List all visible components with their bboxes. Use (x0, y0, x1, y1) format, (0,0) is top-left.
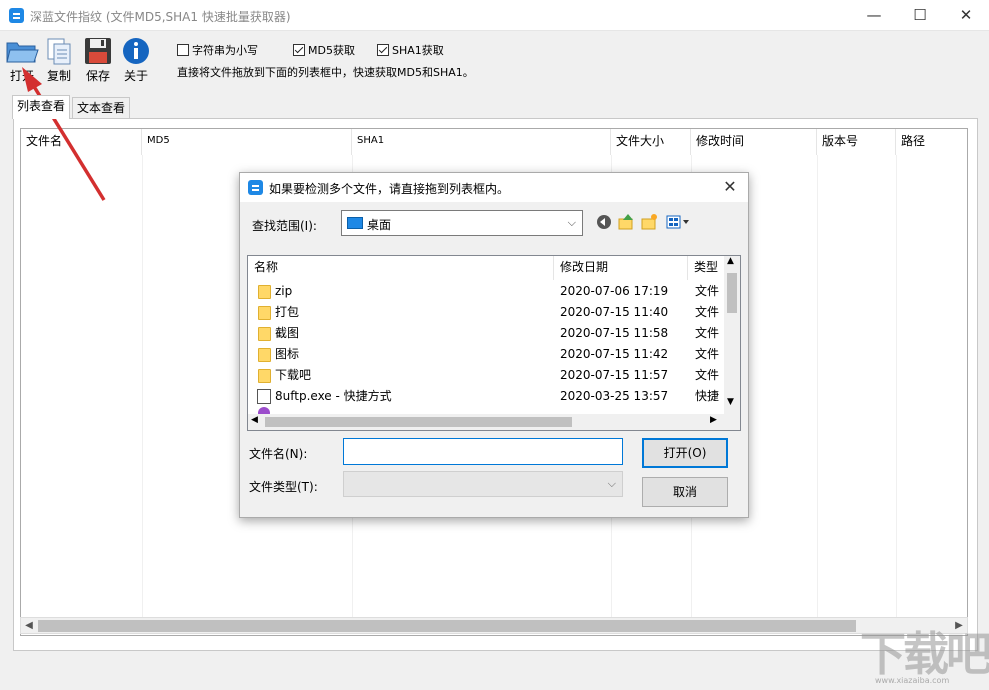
sort-ascending-icon: ^ (396, 255, 405, 263)
filename-label: 文件名(N): (249, 447, 308, 461)
file-row[interactable]: 图标 2020-07-15 11:42 文件 (248, 344, 724, 365)
file-type: 文件 (695, 305, 720, 319)
file-list-horizontal-scrollbar[interactable]: ◀ ▶ (248, 414, 740, 430)
file-type: 文件 (695, 326, 720, 340)
file-type: 文件 (695, 284, 720, 298)
file-row[interactable]: 下载吧 2020-07-15 11:57 文件 (248, 365, 724, 386)
folder-icon (258, 369, 271, 383)
dialog-open-button[interactable]: 打开(O) (642, 438, 728, 468)
file-name: 下载吧 (275, 368, 312, 382)
file-row[interactable]: 打包 2020-07-15 11:40 文件 (248, 302, 724, 323)
folder-icon (258, 306, 271, 320)
file-browser-list[interactable]: 名称 ^ 修改日期 类型 zip 2020-07-06 17:19 文件 打包 2020… (247, 255, 741, 431)
file-date: 2020-03-25 13:57 (560, 389, 669, 403)
file-name: 打包 (275, 305, 300, 319)
watermark-url: www.xiazaiba.com (875, 676, 950, 685)
open-file-dialog: 如果要检测多个文件，请直接拖到列表框内。 ✕ 查找范围(I): 桌面 ⌵ 名称 … (239, 172, 749, 518)
filetype-label: 文件类型(T): (249, 480, 318, 494)
folder-icon (258, 348, 271, 362)
desktop-icon (347, 217, 363, 229)
up-folder-icon[interactable] (617, 213, 635, 231)
file-date: 2020-07-15 11:57 (560, 368, 669, 382)
look-in-dropdown[interactable]: 桌面 ⌵ (341, 210, 583, 236)
file-type: 快捷 (695, 389, 720, 403)
file-date: 2020-07-15 11:40 (560, 305, 669, 319)
file-date: 2020-07-15 11:42 (560, 347, 669, 361)
new-folder-icon[interactable] (640, 213, 658, 231)
chevron-down-icon: ⌵ (567, 216, 576, 229)
scrollbar-thumb[interactable] (265, 417, 572, 427)
dialog-title-bar: 如果要检测多个文件，请直接拖到列表框内。 ✕ (240, 173, 748, 202)
scroll-up-icon[interactable]: ▲ (727, 256, 734, 266)
file-name: 截图 (275, 326, 300, 340)
file-type: 文件 (695, 368, 720, 382)
scroll-down-icon[interactable]: ▼ (727, 397, 734, 407)
dialog-app-icon (248, 180, 263, 195)
back-icon[interactable] (595, 213, 613, 231)
folder-icon (258, 285, 271, 299)
file-list-vertical-scrollbar[interactable]: ▲ ▼ (724, 256, 740, 414)
file-date: 2020-07-15 11:58 (560, 326, 669, 340)
column-header-type[interactable]: 类型 (688, 256, 728, 280)
column-header-date[interactable]: 修改日期 (554, 256, 688, 280)
file-row[interactable]: zip 2020-07-06 17:19 文件 (248, 281, 724, 302)
scroll-right-icon[interactable]: ▶ (710, 415, 717, 425)
file-type: 文件 (695, 347, 720, 361)
dialog-close-icon[interactable]: ✕ (718, 175, 742, 199)
file-date: 2020-07-06 17:19 (560, 284, 669, 298)
view-menu-icon[interactable] (665, 213, 691, 231)
chevron-down-icon: ⌵ (607, 477, 616, 490)
filename-input[interactable] (343, 438, 623, 465)
scrollbar-thumb[interactable] (727, 273, 737, 313)
shortcut-icon (257, 389, 271, 404)
file-row[interactable]: 截图 2020-07-15 11:58 文件 (248, 323, 724, 344)
file-row[interactable]: 8uftp.exe - 快捷方式 2020-03-25 13:57 快捷 (248, 386, 724, 407)
file-name: 8uftp.exe - 快捷方式 (275, 389, 392, 403)
scroll-left-icon[interactable]: ◀ (251, 415, 258, 425)
look-in-value: 桌面 (367, 218, 392, 232)
file-name: zip (275, 284, 293, 298)
partial-row (248, 407, 724, 414)
app-icon (258, 407, 270, 414)
tab-list-view[interactable]: 列表查看 (12, 95, 71, 119)
folder-icon (258, 327, 271, 341)
look-in-label: 查找范围(I): (252, 219, 317, 233)
dialog-cancel-button[interactable]: 取消 (642, 477, 728, 507)
dialog-title: 如果要检测多个文件，请直接拖到列表框内。 (269, 182, 510, 196)
file-name: 图标 (275, 347, 300, 361)
filetype-dropdown[interactable]: ⌵ (343, 471, 623, 497)
